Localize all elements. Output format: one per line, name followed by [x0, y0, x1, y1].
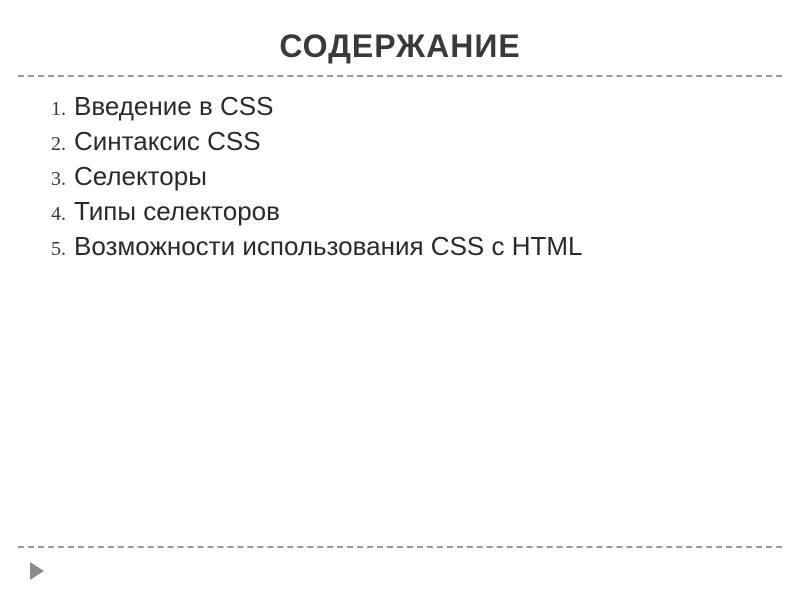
item-number: 4. — [40, 203, 74, 226]
item-text: Возможности использования CSS с HTML — [74, 231, 583, 262]
content-area: 1. Введение в CSS 2. Синтаксис CSS 3. Се… — [0, 77, 800, 262]
item-number: 1. — [40, 98, 74, 121]
list-item: 4. Типы селекторов — [40, 196, 760, 227]
list-item: 5. Возможности использования CSS с HTML — [40, 231, 760, 262]
item-number: 5. — [40, 238, 74, 261]
item-text: Типы селекторов — [74, 196, 280, 227]
list-item: 3. Селекторы — [40, 161, 760, 192]
item-text: Селекторы — [74, 161, 207, 192]
list-item: 1. Введение в CSS — [40, 91, 760, 122]
slide-container: СОДЕРЖАНИЕ 1. Введение в CSS 2. Синтакси… — [0, 0, 800, 600]
list-item: 2. Синтаксис CSS — [40, 126, 760, 157]
arrow-right-icon — [30, 562, 44, 580]
page-title: СОДЕРЖАНИЕ — [0, 0, 800, 75]
item-number: 2. — [40, 133, 74, 156]
divider-bottom — [18, 546, 782, 548]
item-text: Введение в CSS — [74, 91, 273, 122]
toc-list: 1. Введение в CSS 2. Синтаксис CSS 3. Се… — [40, 91, 760, 262]
item-number: 3. — [40, 168, 74, 191]
item-text: Синтаксис CSS — [74, 126, 261, 157]
